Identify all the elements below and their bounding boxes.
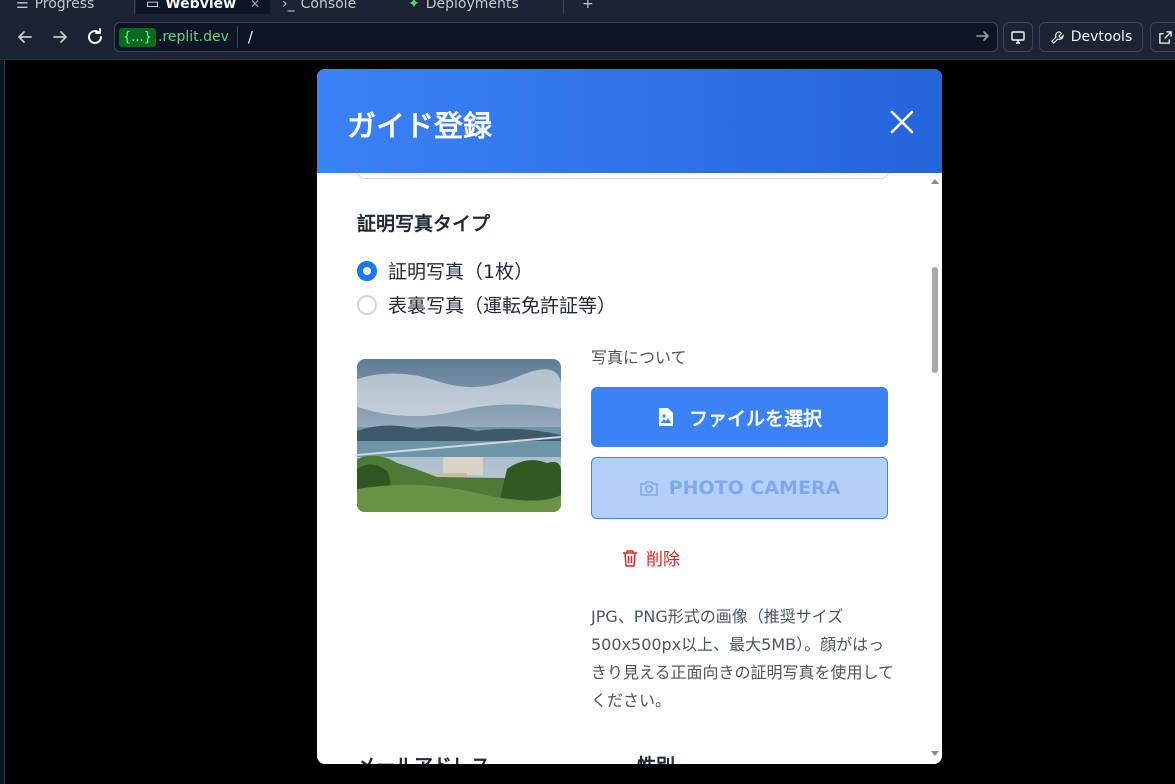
radio-label: 証明写真（1枚） (388, 261, 534, 283)
tab-deployments[interactable]: ✦ Deployments (398, 0, 564, 14)
radio-front-back-photo[interactable]: 表裏写真（運転免許証等） (357, 291, 616, 318)
tab-webview[interactable]: ▭ Webview ✕ (136, 0, 270, 14)
radio-label: 表裏写真（運転免許証等） (388, 295, 617, 317)
tab-label: Webview (165, 0, 237, 12)
modal-body[interactable]: 証明写真タイプ 証明写真（1枚） 表裏写真（運転免許証等） 写真について ファイ… (317, 173, 942, 764)
delete-button[interactable]: 削除 (622, 545, 680, 570)
tab-label: Progress (34, 0, 95, 12)
external-link-icon (1158, 30, 1172, 44)
reload-button[interactable] (82, 24, 108, 50)
radio-button[interactable] (357, 294, 377, 315)
trash-icon (623, 549, 637, 567)
close-icon[interactable]: ✕ (250, 0, 260, 11)
select-file-label: ファイルを選択 (688, 407, 822, 430)
open-external-button[interactable] (1150, 22, 1175, 52)
radio-button-selected[interactable] (357, 260, 377, 281)
tab-progress[interactable]: ☰ Progress (6, 0, 134, 14)
photo-note: JPG、PNG形式の画像（推奨サイズ500x500px以上、最大5MB）。顔がは… (591, 607, 895, 710)
go-button[interactable] (975, 28, 991, 48)
devtools-button[interactable]: Devtools (1039, 22, 1143, 52)
arrow-left-icon (18, 31, 32, 43)
radio-single-photo[interactable]: 証明写真（1枚） (357, 257, 533, 284)
scroll-thumb[interactable] (932, 267, 938, 373)
photo-preview (357, 359, 561, 512)
scroll-up-icon[interactable] (931, 179, 939, 184)
url-badge: {...} (119, 27, 156, 47)
arrow-right-icon (53, 31, 67, 43)
url-path-input[interactable]: / (248, 28, 253, 46)
forward-button[interactable] (47, 24, 73, 50)
close-icon (890, 110, 914, 134)
browser-nav-bar: {...} .replit.dev / Devtools (0, 14, 1175, 60)
photo-camera-label: PHOTO CAMERA (668, 477, 841, 499)
photo-about-label: 写真について (591, 348, 687, 367)
modal-scrollbar[interactable] (927, 173, 942, 764)
plus-icon: + (582, 0, 594, 12)
deploy-icon: ✦ (408, 0, 420, 12)
browser-tab-bar: ☰ Progress ▭ Webview ✕ ›_ Console ✦ Depl… (0, 0, 1175, 14)
photo-type-label: 証明写真タイプ (357, 213, 491, 235)
previous-field-input[interactable] (357, 173, 889, 179)
url-bar[interactable]: {...} .replit.dev / (114, 22, 998, 52)
tab-label: Deployments (425, 0, 519, 12)
left-panel-edge (0, 60, 5, 784)
modal-title: ガイド登録 (347, 109, 493, 143)
url-domain: .replit.dev (157, 29, 229, 45)
new-tab-button[interactable]: + (572, 0, 596, 14)
tab-console[interactable]: ›_ Console (272, 0, 396, 14)
devtools-label: Devtools (1070, 29, 1133, 45)
close-button[interactable] (885, 105, 919, 139)
email-label: メールアドレス (357, 751, 490, 764)
landscape-photo (357, 359, 561, 512)
camera-icon (639, 481, 658, 496)
gender-label: 性別 (637, 751, 675, 764)
terminal-icon: ›_ (282, 0, 295, 12)
select-file-button[interactable]: ファイルを選択 (591, 387, 888, 447)
reload-icon (88, 28, 102, 44)
guide-registration-modal: ガイド登録 証明写真タイプ 証明写真（1枚） 表裏写真（運転免許証等） 写真につ… (317, 69, 942, 764)
monitor-icon (1011, 31, 1025, 44)
device-preview-button[interactable] (1003, 22, 1033, 52)
arrow-right-icon (976, 31, 989, 41)
back-button[interactable] (12, 24, 38, 50)
progress-icon: ☰ (16, 0, 29, 12)
scroll-down-icon[interactable] (931, 751, 939, 756)
image-file-icon (658, 408, 673, 426)
tab-label: Console (300, 0, 357, 12)
photo-camera-button[interactable]: PHOTO CAMERA (591, 457, 888, 519)
modal-header: ガイド登録 (317, 69, 942, 173)
delete-label: 削除 (646, 550, 680, 570)
wrench-icon (1050, 30, 1064, 44)
monitor-icon: ▭ (146, 0, 160, 12)
